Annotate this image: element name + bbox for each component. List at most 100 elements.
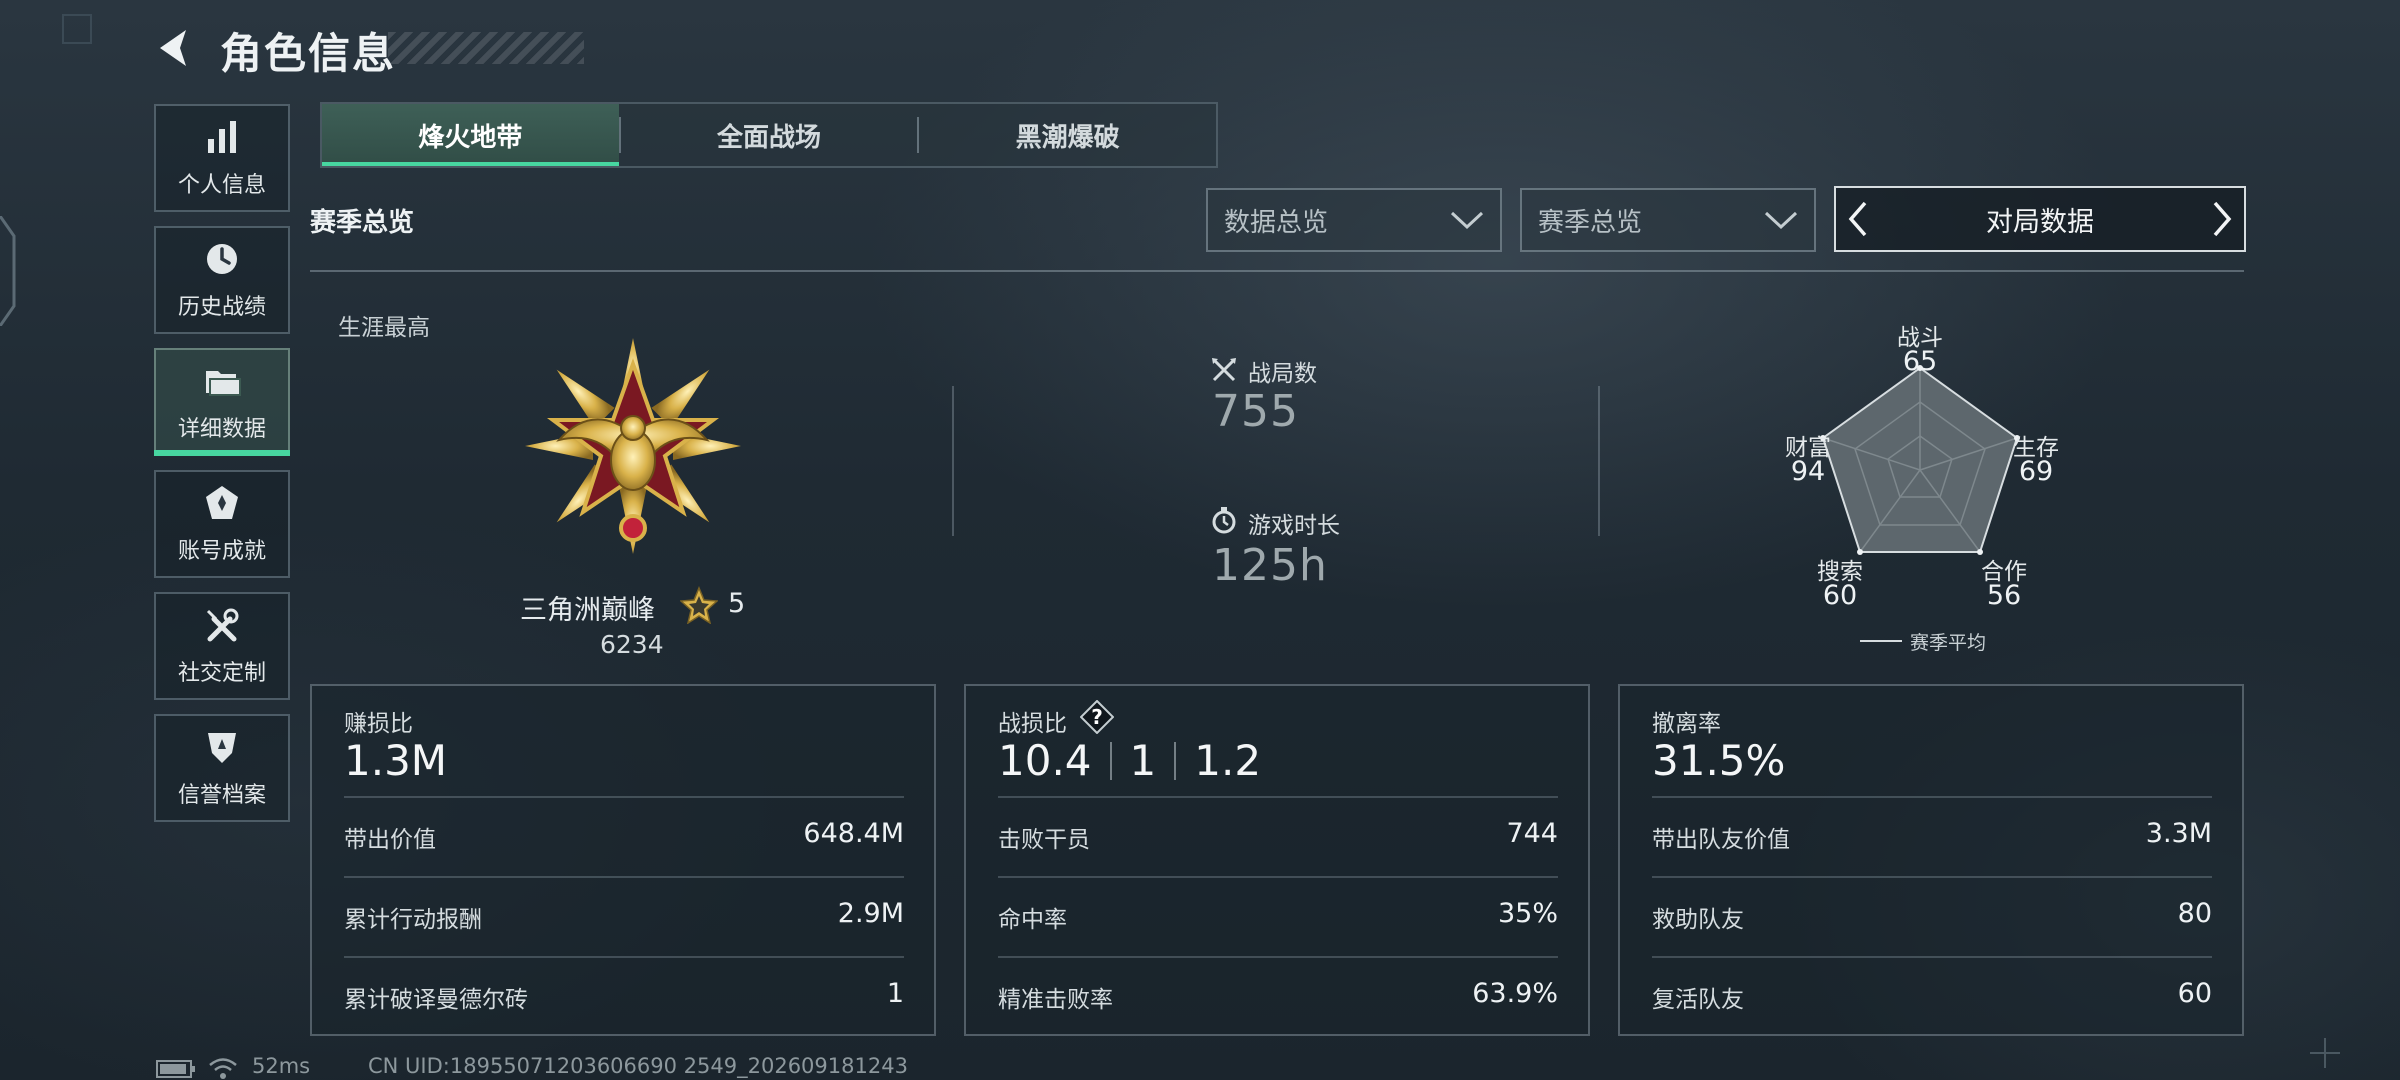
- help-icon[interactable]: ?: [1080, 700, 1114, 734]
- row-value: 3.3M: [2145, 818, 2212, 849]
- nav-item-social[interactable]: 社交定制: [154, 592, 290, 700]
- row-value: 80: [2177, 898, 2212, 929]
- row-label: 带出价值: [344, 827, 436, 853]
- wifi-icon: [209, 1058, 237, 1079]
- nav-label: 信誉档案: [177, 783, 266, 808]
- nav-item-achievements[interactable]: 账号成就: [154, 470, 290, 578]
- playtime-value: 125h: [1212, 540, 1328, 591]
- kd-values: 10.4 1 1.2: [998, 736, 1261, 785]
- career-best-label: 生涯最高: [338, 315, 430, 341]
- row-divider: [1652, 876, 2212, 878]
- matches-value: 755: [1212, 386, 1299, 437]
- next-view-button[interactable]: [2200, 197, 2244, 241]
- tab-firezone[interactable]: 烽火地带: [322, 104, 619, 166]
- section-title: 赛季总览: [310, 208, 415, 238]
- chevron-down-icon: [1764, 211, 1798, 230]
- nav-label: 社交定制: [177, 661, 266, 686]
- radar-legend: 赛季平均: [1910, 632, 1987, 654]
- panel-divider: [952, 386, 954, 536]
- nav-item-personal-info[interactable]: 个人信息: [154, 104, 290, 212]
- panel-divider: [1598, 386, 1600, 536]
- matches-label: 战局数: [1248, 361, 1317, 387]
- row-value: 63.9%: [1472, 978, 1558, 1009]
- row-divider: [344, 956, 904, 958]
- row-divider: [1652, 796, 2212, 798]
- profit-card: 赚损比 1.3M 带出价值 648.4M 累计行动报酬 2.9M 累计破译曼德尔…: [310, 684, 936, 1036]
- kd-card: 战损比 ? 10.4 1 1.2 击败干员 744 命中率 35% 精准击败率 …: [964, 684, 1590, 1036]
- radar-value-combat: 65: [1902, 346, 1938, 377]
- achievement-icon: [206, 486, 238, 519]
- battery-icon: [156, 1060, 195, 1078]
- nav-item-reputation[interactable]: 信誉档案: [154, 714, 290, 822]
- tab-full-battlefield[interactable]: 全面战场: [621, 104, 918, 166]
- stopwatch-icon: [1212, 507, 1236, 534]
- bar-chart-icon: [208, 121, 236, 153]
- card-label: 撤离率: [1652, 711, 1721, 737]
- chevron-left-icon: [1848, 201, 1867, 237]
- star-icon: [680, 586, 718, 624]
- nav-label: 详细数据: [177, 417, 266, 442]
- row-label: 累计行动报酬: [344, 907, 482, 933]
- radar-value-search: 60: [1822, 580, 1858, 611]
- kd-separator: [1109, 741, 1112, 780]
- row-divider: [1652, 956, 2212, 958]
- nav-item-detailed-data[interactable]: 详细数据: [154, 348, 290, 456]
- row-label: 复活队友: [1652, 987, 1744, 1013]
- card-label: 赚损比: [344, 711, 413, 737]
- row-value: 648.4M: [803, 818, 904, 849]
- section-divider: [310, 270, 2244, 272]
- playtime-label: 游戏时长: [1248, 513, 1340, 539]
- tools-icon: [206, 608, 239, 642]
- row-value: 2.9M: [837, 898, 904, 929]
- row-divider: [344, 796, 904, 798]
- row-divider: [344, 876, 904, 878]
- kd-third: 1.2: [1194, 736, 1262, 785]
- edge-decoration: [0, 216, 16, 326]
- chevron-down-icon: [1450, 211, 1484, 230]
- radar-value-survival: 69: [2018, 456, 2054, 487]
- kd-second: 1: [1129, 736, 1157, 785]
- row-divider: [998, 876, 1558, 878]
- row-value: 1: [886, 978, 904, 1009]
- card-label: 战损比: [998, 711, 1067, 737]
- card-value: 1.3M: [344, 736, 448, 785]
- mode-tabs: 烽火地带 全面战场 黑潮爆破: [320, 102, 1218, 168]
- tab-dark-tide[interactable]: 黑潮爆破: [919, 104, 1216, 166]
- select-value: 赛季总览: [1538, 207, 1643, 238]
- back-arrow-icon[interactable]: [152, 26, 196, 70]
- title-decoration: [388, 32, 584, 64]
- select-value: 数据总览: [1224, 207, 1329, 238]
- rank-medal-icon: [525, 338, 741, 554]
- extraction-card: 撤离率 31.5% 带出队友价值 3.3M 救助队友 80 复活队友 60: [1618, 684, 2244, 1036]
- row-label: 击败干员: [998, 827, 1090, 853]
- shield-icon: [208, 733, 236, 763]
- nav-label: 历史战绩: [177, 295, 266, 320]
- row-label: 命中率: [998, 907, 1067, 933]
- folder-icon: [206, 371, 241, 396]
- row-divider: [998, 956, 1558, 958]
- user-uid: CN UID:18955071203606690 2549_2026091812…: [368, 1054, 908, 1078]
- radar-value-cooperation: 56: [1986, 580, 2022, 611]
- view-switch-label: 对局数据: [1986, 206, 2094, 238]
- row-label: 累计破译曼德尔砖: [344, 987, 528, 1013]
- rank-name: 三角洲巅峰: [520, 595, 655, 626]
- svg-text:?: ?: [1091, 705, 1103, 729]
- clock-icon: [207, 244, 237, 274]
- ping-value: 52ms: [252, 1054, 311, 1078]
- chevron-right-icon: [2213, 201, 2232, 237]
- prev-view-button[interactable]: [1836, 197, 1880, 241]
- rank-star-count: 5: [728, 588, 746, 619]
- row-value: 60: [2177, 978, 2212, 1009]
- rank-score: 6234: [600, 630, 664, 659]
- row-label: 救助队友: [1652, 907, 1744, 933]
- nav-label: 账号成就: [177, 539, 266, 564]
- data-overview-select[interactable]: 数据总览: [1206, 188, 1502, 252]
- kd-overall: 10.4: [998, 736, 1092, 785]
- nav-item-history[interactable]: 历史战绩: [154, 226, 290, 334]
- season-select[interactable]: 赛季总览: [1520, 188, 1816, 252]
- kd-separator: [1174, 741, 1177, 780]
- row-value: 35%: [1497, 898, 1558, 929]
- crossed-swords-icon: [1212, 358, 1236, 382]
- plus-icon: [2310, 1038, 2340, 1068]
- radar-value-wealth: 94: [1790, 456, 1826, 487]
